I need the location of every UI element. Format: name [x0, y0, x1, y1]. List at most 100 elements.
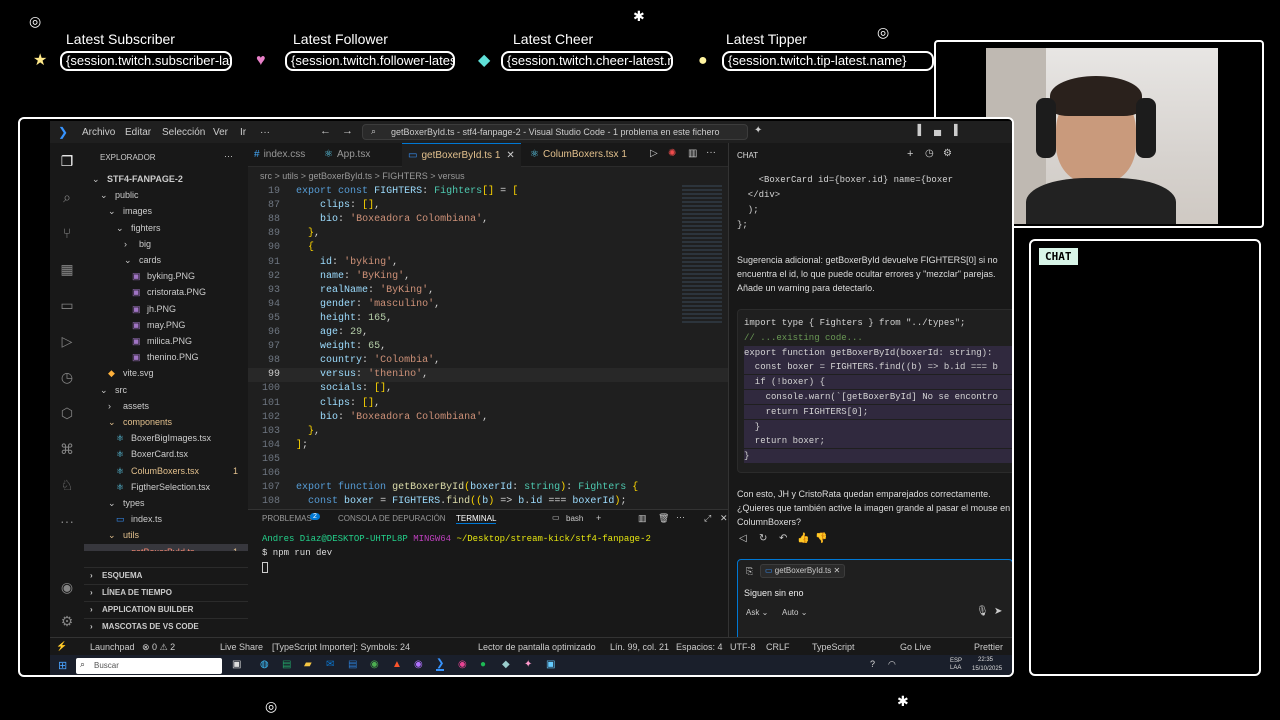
chat-input-box[interactable]: ⎘ ▭ getBoxerById.ts ✕ Siguen sin eno Ask… [737, 559, 1012, 645]
code-line[interactable]: 96 age: 29, [248, 326, 728, 340]
breadcrumb[interactable]: src > utils > getBoxerById.ts > FIGHTERS… [260, 171, 465, 181]
prettier-label[interactable]: Prettier [974, 642, 1003, 652]
layout-secondary-icon[interactable]: ▌ [954, 125, 961, 136]
code-line[interactable]: 105 [248, 453, 728, 467]
code-line[interactable]: 88 bio: 'Boxeadora Colombiana', [248, 213, 728, 227]
forward-arrow-icon[interactable]: → [342, 125, 353, 137]
word-icon[interactable]: ▤ [348, 659, 357, 670]
code-line[interactable]: 97 weight: 65, [248, 340, 728, 354]
spotify-icon[interactable]: ● [480, 659, 486, 670]
tree-item[interactable]: ▣ thenino.PNG [84, 349, 248, 365]
tree-item[interactable]: ⌄ cards [84, 252, 248, 268]
tree-item[interactable]: ▭ index.ts [84, 511, 248, 527]
network-icon[interactable]: ◠ [888, 659, 896, 670]
tree-item[interactable]: ⚛ FigtherSelection.tsx [84, 479, 248, 495]
tree-item[interactable]: ⚛ ColumBoxers.tsx 1 [84, 463, 248, 479]
code-line[interactable]: 90 { [248, 241, 728, 255]
explorer-folder-icon[interactable]: ▰ [304, 659, 312, 670]
tree-item[interactable]: ▭getBoxerById.ts 1 [84, 543, 248, 551]
launchpad-label[interactable]: Launchpad [90, 642, 135, 652]
tab-problemas[interactable]: PROBLEMAS [262, 514, 312, 523]
windows-start-icon[interactable]: ⊞ [58, 659, 67, 672]
attachment-chip[interactable]: ▭ getBoxerById.ts ✕ [760, 564, 846, 578]
menu-seleccion[interactable]: Selección [162, 127, 205, 138]
code-line[interactable]: 101 clips: [], [248, 397, 728, 411]
code-line[interactable]: 100 socials: [], [248, 382, 728, 396]
tree-item[interactable]: ⌄ images [84, 203, 248, 219]
run-debug-icon[interactable]: ▷ [59, 333, 75, 349]
source-control-icon[interactable]: ⑂ [59, 225, 75, 241]
encoding[interactable]: UTF-8 [730, 642, 756, 652]
run-icon[interactable]: ▷ [650, 148, 658, 159]
attach-icon[interactable]: ⎘ [746, 566, 753, 577]
more-actions-icon[interactable]: ··· [706, 147, 716, 158]
layout-sidebar-icon[interactable]: ▐ [914, 125, 921, 136]
code-line[interactable]: 98 country: 'Colombia', [248, 354, 728, 368]
account-icon[interactable]: ◉ [59, 579, 75, 595]
tree-item[interactable]: ◆ vite.svg [84, 365, 248, 381]
code-line[interactable]: 106 [248, 467, 728, 481]
obs-icon[interactable]: ◉ [414, 659, 423, 670]
code-line[interactable]: 92 name: 'ByKing', [248, 270, 728, 284]
editor-tab[interactable]: # index.css [248, 143, 311, 167]
outlook-icon[interactable]: ✉ [326, 659, 334, 670]
outline-section[interactable]: › ESQUEMA [84, 567, 248, 583]
code-line[interactable]: 108 const boxer = FIGHTERS.find((b) => b… [248, 495, 728, 509]
tree-item[interactable]: ⚛ BoxerCard.tsx [84, 446, 248, 462]
maximize-panel-icon[interactable]: ⤢ [704, 513, 711, 524]
menu-ir[interactable]: Ir [240, 127, 246, 138]
tree-item[interactable]: ⌄ fighters [84, 220, 248, 236]
app-icon[interactable]: ◆ [502, 659, 510, 670]
golive-label[interactable]: Go Live [900, 642, 931, 652]
more-icon[interactable]: ··· [59, 513, 75, 529]
pet-icon[interactable]: ♘ [59, 477, 75, 493]
new-chat-icon[interactable]: + [907, 148, 913, 160]
tree-item[interactable]: › big [84, 236, 248, 252]
back-arrow-icon[interactable]: ← [320, 125, 331, 137]
code-line[interactable]: 103 }, [248, 425, 728, 439]
code-line[interactable]: 102 bio: 'Boxeadora Colombiana', [248, 411, 728, 425]
tree-item[interactable]: ⌄ utils [84, 527, 248, 543]
menu-editar[interactable]: Editar [125, 127, 151, 138]
editor-tab[interactable]: ⚛ App.tsx [318, 143, 376, 167]
remote-icon[interactable]: ⚡ [56, 641, 67, 652]
app-icon[interactable]: ◉ [458, 659, 467, 670]
outline-section[interactable]: › MASCOTAS DE VS CODE [84, 618, 248, 634]
tab-terminal[interactable]: TERMINAL [456, 514, 497, 524]
edge-icon[interactable]: ◍ [260, 659, 269, 670]
tree-item[interactable]: ⌄ public [84, 187, 248, 203]
editor-tab[interactable]: ⚛ ColumBoxers.tsx 1 [524, 143, 633, 167]
close-icon[interactable]: ✕ [506, 150, 514, 161]
app-icon[interactable]: ✦ [524, 659, 532, 670]
code-line[interactable]: 19 export const FIGHTERS: Fighters[] = [ [248, 185, 728, 199]
trash-icon[interactable]: 🗑 [658, 513, 669, 524]
split-editor-icon[interactable]: ▥ [688, 148, 697, 159]
code-line[interactable]: 87 clips: [], [248, 199, 728, 213]
read-aloud-icon[interactable]: ◁ [739, 533, 747, 544]
tree-item[interactable]: ▣ jh.PNG [84, 301, 248, 317]
tree-item[interactable]: ▣ cristorata.PNG [84, 284, 248, 300]
chat-input-value[interactable]: Siguen sin eno [744, 588, 804, 598]
code-line[interactable]: 99 versus: 'thenino', [248, 368, 728, 383]
excel-icon[interactable]: ▤ [282, 659, 291, 670]
error-count[interactable]: ⊗ 0 ⚠ 2 [142, 642, 175, 653]
outline-section[interactable]: › LÍNEA DE TIEMPO [84, 584, 248, 600]
brave-icon[interactable]: ▲ [392, 659, 402, 670]
gear-icon[interactable]: ⚙ [59, 613, 75, 629]
more-actions-icon[interactable]: ··· [676, 512, 685, 522]
cursor-position[interactable]: Lín. 99, col. 21 [610, 642, 669, 652]
debug-icon[interactable]: ✺ [668, 148, 676, 159]
screen-reader-label[interactable]: Lector de pantalla optimizado [478, 642, 596, 652]
indent-spaces[interactable]: Espacios: 4 [676, 642, 723, 652]
language-mode[interactable]: TypeScript [812, 642, 855, 652]
code-line[interactable]: 95 height: 165, [248, 312, 728, 326]
code-line[interactable]: 91 id: 'byking', [248, 256, 728, 270]
split-terminal-icon[interactable]: ▥ [638, 513, 647, 524]
copilot-icon[interactable]: ✦ [754, 125, 762, 136]
thumbs-up-icon[interactable]: 👍 [797, 533, 809, 544]
mode-select[interactable]: Ask ⌄ [746, 608, 768, 617]
add-terminal-icon[interactable]: + [596, 513, 601, 523]
app-icon[interactable]: ▣ [546, 659, 555, 670]
code-line[interactable]: 104]; [248, 439, 728, 453]
tree-item[interactable]: ⚛ BoxerBigImages.tsx [84, 430, 248, 446]
